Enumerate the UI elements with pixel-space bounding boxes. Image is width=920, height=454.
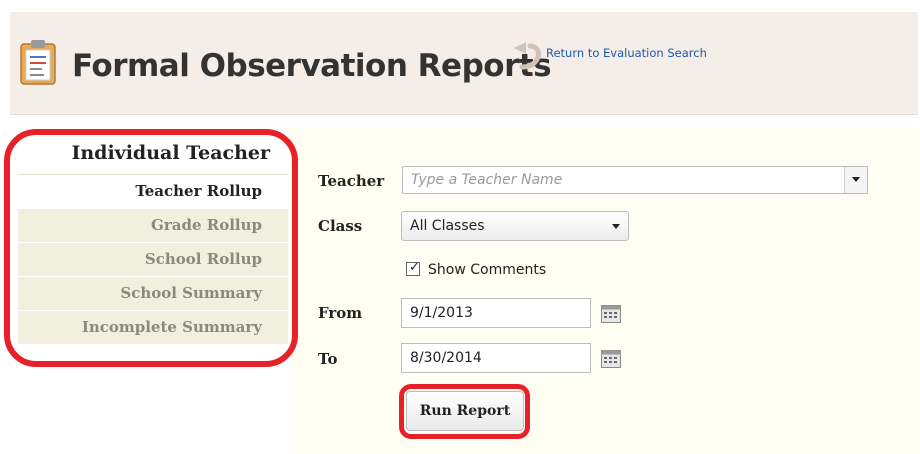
chevron-down-icon [852, 177, 860, 182]
to-date-value: 8/30/2014 [410, 350, 482, 366]
sidebar-item-school-summary[interactable]: School Summary [18, 276, 288, 310]
calendar-icon[interactable] [601, 305, 621, 323]
report-header: Formal Observation Reports Return to Eva… [10, 12, 918, 115]
show-comments-checkbox[interactable]: ✓ [406, 260, 420, 276]
return-link[interactable]: Return to Evaluation Search [546, 46, 707, 60]
class-label: Class [318, 217, 363, 235]
page-top-partial-text [0, 0, 920, 8]
calendar-icon[interactable] [601, 350, 621, 368]
teacher-placeholder: Type a Teacher Name [411, 172, 563, 188]
clipboard-icon [20, 40, 56, 85]
sidebar-item-incomplete-summary[interactable]: Incomplete Summary [18, 310, 288, 344]
from-date-value: 9/1/2013 [410, 305, 473, 321]
sidebar-title: Individual Teacher [71, 142, 270, 164]
teacher-dropdown-button[interactable] [844, 167, 867, 193]
class-select[interactable]: All Classes [401, 211, 629, 241]
run-report-button[interactable]: Run Report [406, 391, 524, 431]
from-date-input[interactable]: 9/1/2013 [401, 298, 591, 328]
page-title: Formal Observation Reports [72, 48, 552, 84]
from-label: From [318, 304, 363, 322]
class-select-value: All Classes [410, 218, 485, 234]
checkmark-icon: ✓ [409, 260, 420, 275]
chevron-down-icon [612, 224, 620, 229]
show-comments-label[interactable]: Show Comments [428, 262, 546, 278]
to-label: To [318, 350, 338, 368]
sidebar-item-teacher-rollup[interactable]: Teacher Rollup [18, 174, 288, 208]
sidebar-item-grade-rollup[interactable]: Grade Rollup [18, 208, 288, 242]
return-arrow-icon [514, 42, 541, 70]
sidebar-item-school-rollup[interactable]: School Rollup [18, 242, 288, 276]
to-date-input[interactable]: 8/30/2014 [401, 343, 591, 373]
report-sidebar: Individual Teacher Teacher Rollup Grade … [8, 128, 288, 368]
teacher-label: Teacher [318, 172, 385, 190]
teacher-combobox[interactable]: Type a Teacher Name [402, 166, 868, 194]
